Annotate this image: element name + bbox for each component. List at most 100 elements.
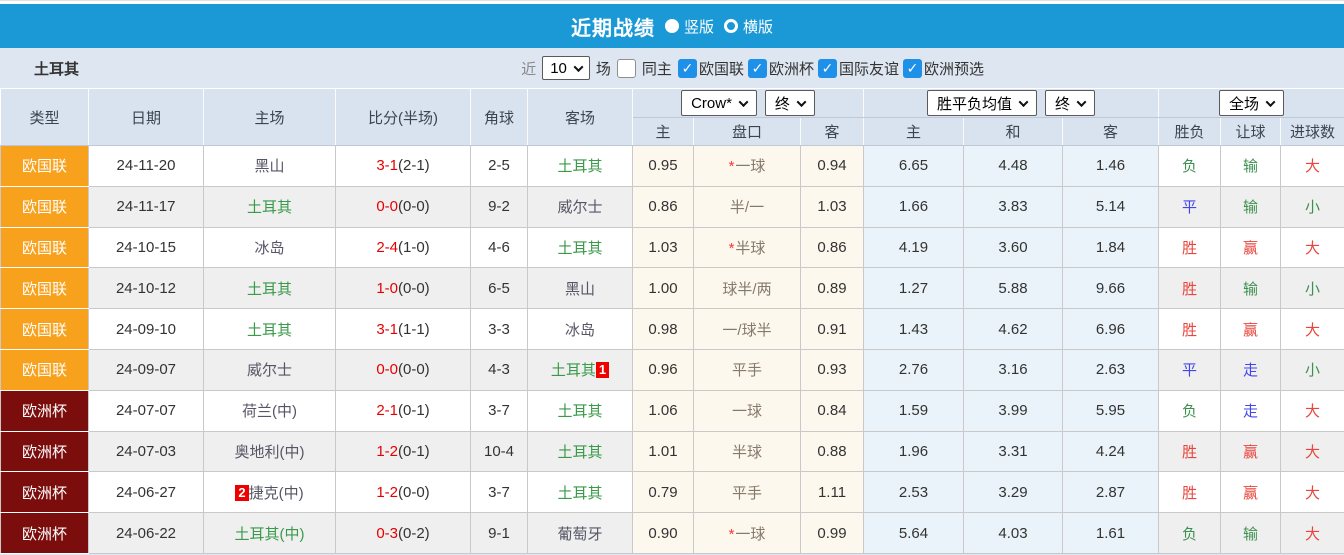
- avg-stage-select[interactable]: 终: [1045, 90, 1096, 116]
- league-type-cell: 欧国联: [0, 185, 89, 228]
- handicap-cell: 平手: [693, 348, 801, 391]
- avg-away-cell: 5.14: [1062, 185, 1159, 228]
- odds-away-cell: 0.88: [800, 430, 864, 473]
- away-team-name[interactable]: 土耳其: [557, 158, 602, 175]
- away-team-name[interactable]: 土耳其: [557, 444, 602, 461]
- home-team-name[interactable]: 威尔士: [247, 362, 292, 379]
- result-goals-cell: 小: [1279, 348, 1344, 391]
- filter-controls: 近 10 场 同主 ✓ 欧国联 ✓ 欧洲杯 ✓ 国际友谊 ✓ 欧洲预选: [521, 56, 986, 80]
- score-cell: 1-2(0-0): [335, 471, 471, 514]
- radio-horizontal-layout[interactable]: 横版: [724, 16, 773, 37]
- league-checkbox-国际友谊[interactable]: ✓: [817, 58, 837, 78]
- avg-draw-cell: 4.48: [963, 145, 1063, 187]
- avg-away-cell: 5.95: [1062, 389, 1159, 432]
- league-type-cell: 欧国联: [0, 348, 89, 391]
- handicap-star-icon: *: [728, 158, 735, 176]
- away-team-cell: 葡萄牙: [527, 512, 633, 554]
- away-team-name[interactable]: 葡萄牙: [557, 526, 602, 543]
- subheader-result-handicap: 让球: [1220, 117, 1281, 146]
- avg-type-select[interactable]: 胜平负均值: [926, 90, 1037, 116]
- odds-away-cell: 0.89: [800, 267, 864, 310]
- avg-draw-cell: 4.03: [963, 512, 1063, 554]
- away-team-name[interactable]: 威尔士: [557, 199, 602, 216]
- league-checkbox-欧国联[interactable]: ✓: [677, 58, 697, 78]
- subheader-avg-away: 客: [1062, 117, 1159, 146]
- result-wdl-cell: 胜: [1158, 430, 1221, 473]
- handicap-text: 半球: [731, 443, 762, 461]
- match-row: 欧国联 24-09-10 土耳其 3-1(1-1) 3-3 冰岛 0.98 一/球半 0.91 1…: [0, 308, 1344, 350]
- fulltime-value: 全场: [1229, 95, 1260, 113]
- odds-away-cell: 0.94: [800, 145, 864, 187]
- halftime-score: (0-0): [398, 279, 430, 297]
- home-team-cell: 2 捷克(中): [203, 471, 336, 514]
- radio-horizontal-label: 横版: [743, 18, 774, 36]
- home-team-name[interactable]: 土耳其: [247, 199, 292, 216]
- same-home-checkbox[interactable]: [616, 58, 636, 78]
- league-type-cell: 欧洲杯: [0, 389, 89, 432]
- halftime-score: (0-0): [398, 361, 430, 379]
- fulltime-score: 1-0: [376, 279, 398, 297]
- league-filter-group: ✓ 欧国联 ✓ 欧洲杯 ✓ 国际友谊 ✓ 欧洲预选: [677, 58, 986, 79]
- col-header-date: 日期: [88, 88, 204, 146]
- away-team-name[interactable]: 冰岛: [565, 322, 595, 339]
- avg-home-cell: 4.19: [863, 226, 964, 269]
- home-team-name[interactable]: 荷兰(中): [242, 403, 297, 420]
- league-label: 欧洲预选: [923, 60, 984, 78]
- fulltime-score: 2-1: [376, 402, 398, 420]
- match-row: 欧国联 24-09-07 威尔士 0-0(0-0) 4-3 土耳其 1 0.96 平手 0.93 2…: [0, 348, 1344, 391]
- result-wdl-cell: 胜: [1158, 267, 1221, 310]
- league-type-cell: 欧国联: [0, 308, 89, 350]
- avg-away-cell: 1.84: [1062, 226, 1159, 269]
- radio-vertical-layout[interactable]: 竖版: [664, 16, 714, 37]
- home-team-name[interactable]: 土耳其: [247, 322, 292, 339]
- league-label: 欧国联: [698, 60, 744, 78]
- away-team-name[interactable]: 土耳其: [557, 403, 602, 420]
- home-team-name[interactable]: 冰岛: [254, 240, 284, 257]
- title-bar: 近期战绩 竖版 横版: [0, 4, 1344, 48]
- score-cell: 3-1(1-1): [335, 308, 471, 350]
- odds-away-cell: 1.03: [800, 185, 864, 228]
- home-team-name[interactable]: 捷克(中): [249, 485, 304, 502]
- match-date-cell: 24-10-15: [88, 226, 204, 269]
- result-handicap-cell: 赢: [1220, 430, 1281, 473]
- match-row: 欧洲杯 24-07-03 奥地利(中) 1-2(0-1) 10-4 土耳其 1.01 半球 0.…: [0, 430, 1344, 473]
- home-team-name[interactable]: 奥地利(中): [235, 444, 305, 461]
- avg-away-cell: 2.87: [1062, 471, 1159, 514]
- handicap-cell: 一球: [693, 389, 801, 432]
- corner-cell: 9-2: [470, 185, 528, 228]
- odds-home-cell: 0.95: [632, 145, 694, 187]
- odds-company-value: Crow*: [691, 94, 732, 112]
- halftime-score: (1-0): [398, 238, 430, 256]
- filter-bar: 土耳其 近 10 场 同主 ✓ 欧国联 ✓ 欧洲杯 ✓ 国际友谊 ✓ 欧洲预选: [0, 48, 1344, 88]
- score-cell: 0-3(0-2): [335, 512, 471, 554]
- result-handicap-cell: 走: [1220, 348, 1281, 391]
- away-team-name[interactable]: 黑山: [565, 281, 595, 298]
- league-checkbox-欧洲预选[interactable]: ✓: [902, 58, 922, 78]
- handicap-text: 一球: [735, 525, 766, 543]
- away-team-name[interactable]: 土耳其: [551, 362, 596, 379]
- handicap-text: 平手: [731, 362, 762, 380]
- league-checkbox-欧洲杯[interactable]: ✓: [747, 58, 767, 78]
- avg-home-cell: 6.65: [863, 145, 964, 187]
- avg-home-cell: 2.53: [863, 471, 964, 514]
- corner-cell: 2-5: [470, 145, 528, 187]
- odds-away-cell: 0.86: [800, 226, 864, 269]
- home-team-name[interactable]: 土耳其: [247, 281, 292, 298]
- fulltime-select[interactable]: 全场: [1219, 90, 1285, 116]
- handicap-cell: 半球: [693, 430, 801, 473]
- odds-company-select[interactable]: Crow*: [681, 90, 757, 116]
- fulltime-score: 0-0: [376, 198, 398, 216]
- away-team-name[interactable]: 土耳其: [557, 240, 602, 257]
- home-team-name[interactable]: 土耳其(中): [235, 526, 305, 543]
- odds-away-cell: 0.99: [800, 512, 864, 554]
- match-count-select[interactable]: 10: [542, 56, 590, 80]
- home-team-name[interactable]: 黑山: [254, 158, 284, 175]
- fulltime-score: 2-4: [376, 238, 398, 256]
- score-cell: 0-0(0-0): [335, 348, 471, 391]
- away-team-name[interactable]: 土耳其: [557, 485, 602, 502]
- match-row: 欧洲杯 24-07-07 荷兰(中) 2-1(0-1) 3-7 土耳其 1.06 一球 0.84…: [0, 389, 1344, 432]
- odds-stage-select[interactable]: 终: [764, 90, 815, 116]
- result-handicap-cell: 走: [1220, 389, 1281, 432]
- halftime-score: (2-1): [398, 157, 430, 175]
- result-wdl-cell: 平: [1158, 348, 1221, 391]
